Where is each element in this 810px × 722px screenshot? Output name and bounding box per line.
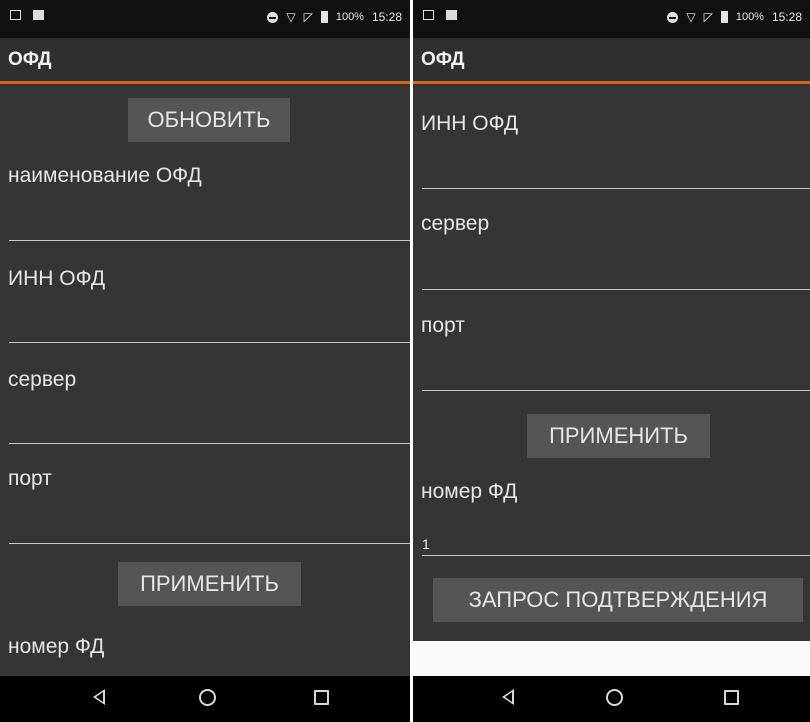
battery-icon: [720, 11, 728, 23]
ofd-inn-label: ИНН ОФД: [8, 267, 106, 290]
phone-screen-left: ▽ ◸ 100% 15:28 ОФД ОБНОВИТЬ наименование…: [0, 0, 410, 722]
do-not-disturb-icon: [267, 11, 279, 23]
port-input[interactable]: [9, 523, 370, 540]
app-title: ОФД: [421, 49, 465, 70]
app-bar: ОФД: [0, 38, 410, 84]
port-field[interactable]: [9, 515, 410, 544]
ofd-inn-field[interactable]: [9, 314, 410, 343]
app-bar: ОФД: [413, 38, 810, 84]
no-signal-icon: ◸: [303, 9, 313, 24]
server-label: сервер: [8, 368, 77, 391]
settings-form: ОБНОВИТЬ наименование ОФД ИНН ОФД сервер…: [0, 84, 410, 676]
wifi-icon: ▽: [686, 9, 696, 24]
home-icon[interactable]: [606, 689, 623, 706]
ofd-inn-input[interactable]: [9, 322, 370, 339]
clock: 15:28: [771, 10, 802, 24]
apply-button[interactable]: ПРИМЕНИТЬ: [118, 562, 301, 606]
home-icon[interactable]: [199, 689, 216, 706]
apply-button[interactable]: ПРИМЕНИТЬ: [527, 414, 710, 458]
fd-number-label: номер ФД: [421, 480, 518, 503]
server-input[interactable]: [422, 269, 772, 286]
refresh-button[interactable]: ОБНОВИТЬ: [128, 98, 290, 142]
status-bar: ▽ ◸ 100% 15:28: [0, 0, 410, 38]
server-input[interactable]: [9, 423, 370, 440]
ofd-inn-label: ИНН ОФД: [421, 112, 519, 135]
fd-number-label: номер ФД: [8, 635, 105, 658]
screenshot-notification-icon: [10, 10, 21, 20]
ofd-name-input[interactable]: [9, 220, 370, 237]
server-label: сервер: [421, 212, 490, 235]
port-label: порт: [8, 467, 52, 490]
navigation-bar: [413, 676, 810, 722]
port-label: порт: [421, 314, 465, 337]
fd-number-field[interactable]: [422, 527, 810, 556]
port-field[interactable]: [422, 362, 810, 391]
recent-apps-icon[interactable]: [314, 690, 329, 705]
port-input[interactable]: [422, 370, 772, 387]
status-bar: ▽ ◸ 100% 15:28: [413, 0, 810, 38]
phone-screen-right: ▽ ◸ 100% 15:28 ОФД ИНН ОФД сервер порт П…: [413, 0, 810, 722]
confirm-request-button[interactable]: ЗАПРОС ПОДТВЕРЖДЕНИЯ: [433, 578, 803, 622]
ofd-inn-field[interactable]: [422, 160, 810, 189]
empty-area: [413, 641, 810, 676]
app-title: ОФД: [8, 49, 52, 70]
wifi-icon: ▽: [286, 9, 296, 24]
clock: 15:28: [371, 10, 402, 24]
server-field[interactable]: [9, 415, 410, 444]
battery-level: 100%: [735, 11, 764, 23]
screenshot-notification-icon: [423, 10, 434, 20]
navigation-bar: [0, 676, 410, 722]
app-notification-icon: [446, 10, 457, 20]
battery-level: 100%: [335, 11, 364, 23]
do-not-disturb-icon: [667, 11, 679, 23]
ofd-name-label: наименование ОФД: [8, 164, 202, 187]
ofd-name-field[interactable]: [9, 212, 410, 241]
back-icon[interactable]: [93, 689, 105, 705]
recent-apps-icon[interactable]: [724, 690, 739, 705]
no-signal-icon: ◸: [703, 9, 713, 24]
app-notification-icon: [33, 10, 44, 20]
server-field[interactable]: [422, 261, 810, 290]
battery-icon: [320, 11, 328, 23]
ofd-inn-input[interactable]: [422, 168, 772, 185]
fd-number-input[interactable]: [422, 536, 772, 552]
back-icon[interactable]: [502, 689, 514, 705]
settings-form-scrolled: ИНН ОФД сервер порт ПРИМЕНИТЬ номер ФД З…: [413, 84, 810, 676]
